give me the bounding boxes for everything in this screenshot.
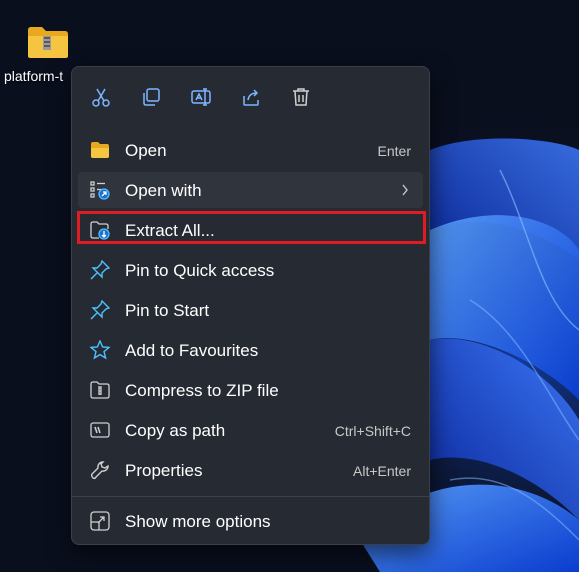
- menu-item-shortcut: Ctrl+Shift+C: [334, 423, 411, 439]
- menu-item-label: Compress to ZIP file: [125, 381, 279, 400]
- zip-archive-icon: [90, 381, 110, 399]
- rename-icon: [191, 88, 211, 106]
- menu-item-copy-as-path[interactable]: Copy as path Ctrl+Shift+C: [78, 412, 423, 448]
- desktop-icon-label: platform-t: [4, 68, 64, 84]
- menu-item-label: Properties: [125, 461, 203, 480]
- menu-item-label: Copy as path: [125, 421, 226, 440]
- chevron-right-icon: [402, 184, 408, 196]
- menu-separator: [72, 496, 429, 497]
- menu-item-open-with[interactable]: Open with: [78, 172, 423, 208]
- expand-icon: [90, 511, 110, 531]
- menu-item-properties[interactable]: Properties Alt+Enter: [78, 452, 423, 488]
- menu-item-label: Show more options: [125, 512, 271, 531]
- star-icon: [90, 340, 110, 360]
- copy-button[interactable]: [135, 81, 167, 113]
- menu-item-compress-zip[interactable]: Compress to ZIP file: [78, 372, 423, 408]
- open-with-icon: [90, 181, 110, 200]
- menu-item-shortcut: Enter: [377, 143, 411, 159]
- copy-icon: [143, 88, 160, 106]
- delete-icon: [293, 88, 309, 106]
- menu-item-pin-quick-access[interactable]: Pin to Quick access: [78, 252, 423, 288]
- pin-icon: [90, 300, 110, 320]
- folder-icon: [91, 142, 109, 158]
- quick-action-bar: [72, 67, 429, 127]
- delete-button[interactable]: [285, 81, 317, 113]
- cut-button[interactable]: [85, 81, 117, 113]
- menu-item-shortcut: Alt+Enter: [353, 463, 411, 479]
- menu-item-label: Pin to Start: [125, 301, 210, 320]
- menu-item-add-favourites[interactable]: Add to Favourites: [78, 332, 423, 368]
- menu-item-show-more-options[interactable]: Show more options: [78, 503, 423, 539]
- share-icon: [243, 89, 259, 106]
- menu-item-label: Open with: [125, 181, 202, 200]
- menu-item-label: Pin to Quick access: [125, 261, 275, 280]
- rename-button[interactable]: [185, 81, 217, 113]
- copy-path-icon: [90, 422, 110, 438]
- share-button[interactable]: [235, 81, 267, 113]
- menu-item-pin-start[interactable]: Pin to Start: [78, 292, 423, 328]
- menu-item-label: Open: [125, 141, 167, 160]
- pin-icon: [90, 260, 110, 280]
- menu-item-label: Add to Favourites: [125, 341, 259, 360]
- zip-folder-icon: [28, 27, 68, 58]
- context-menu: Open Enter Open with Extract All... Pin: [71, 66, 430, 545]
- extract-all-highlight: [77, 211, 426, 244]
- cut-icon: [92, 88, 110, 107]
- menu-item-open[interactable]: Open Enter: [78, 132, 423, 168]
- wrench-icon: [90, 461, 109, 480]
